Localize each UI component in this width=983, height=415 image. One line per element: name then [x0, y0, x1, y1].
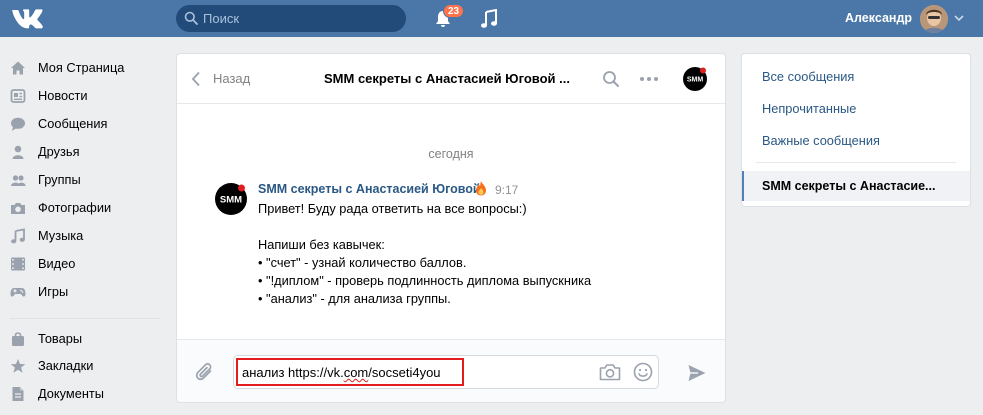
vk-logo-icon[interactable]: [10, 6, 44, 31]
star-icon: [10, 359, 26, 373]
top-bar: Поиск 23 Александр: [0, 0, 983, 37]
message-avatar[interactable]: SMM: [215, 183, 247, 215]
smm-logo-icon: SMM: [220, 195, 242, 206]
user-name[interactable]: Александр: [845, 11, 912, 25]
date-separator: сегодня: [428, 147, 474, 161]
music-note-icon[interactable]: [480, 9, 498, 29]
sidebar-item-music[interactable]: Музыка: [10, 225, 165, 247]
sidebar-item-label: Моя Страница: [38, 60, 125, 75]
messages-filter-panel: Все сообщения Непрочитанные Важные сообщ…: [741, 53, 971, 207]
more-dots-icon[interactable]: [639, 76, 659, 82]
message-line: Привет! Буду рада ответить на все вопрос…: [258, 201, 527, 216]
chevron-down-icon[interactable]: [954, 15, 964, 22]
search-icon[interactable]: [602, 70, 620, 88]
friend-icon: [12, 145, 24, 159]
sidebar-item-bookmarks[interactable]: Закладки: [10, 355, 165, 377]
user-photo-icon: [920, 5, 948, 33]
chevron-left-icon: [191, 71, 200, 87]
sidebar-item-label: Товары: [38, 331, 83, 346]
message-line: • "анализ" - для анализа группы.: [258, 291, 451, 306]
sidebar-item-label: Фотографии: [38, 200, 112, 215]
sidebar-item-label: Друзья: [38, 144, 80, 159]
message-input-prefix: анализ https://vk.: [242, 365, 344, 380]
sidebar-item-messages[interactable]: Сообщения: [10, 113, 165, 135]
filter-all-messages[interactable]: Все сообщения: [762, 69, 854, 84]
paperclip-icon[interactable]: [195, 362, 215, 384]
message-time: 9:17: [495, 183, 519, 197]
message-input-suffix: /socseti4you: [368, 365, 441, 380]
sidebar-item-documents[interactable]: Документы: [10, 383, 165, 405]
notification-badge: 23: [443, 4, 465, 18]
smm-logo-icon: SMM: [687, 77, 704, 84]
message-composer: анализ https://vk.com/socseti4you: [177, 339, 725, 402]
camera-icon: [11, 203, 25, 214]
sidebar-item-label: Видео: [38, 256, 76, 271]
sidebar-item-friends[interactable]: Друзья: [10, 141, 165, 163]
shopping-bag-icon: [12, 332, 24, 346]
sidebar-item-label: Музыка: [38, 228, 84, 243]
messages-icon: [11, 117, 25, 131]
active-chat-label: SMM секреты с Анастасие...: [762, 179, 936, 193]
active-chat-item[interactable]: SMM секреты с Анастасие...: [742, 171, 970, 201]
video-icon: [11, 257, 25, 271]
fire-emoji-icon: [476, 181, 486, 196]
gamepad-icon: [10, 288, 26, 297]
sidebar-item-label: Новости: [38, 88, 88, 103]
chat-title[interactable]: SMM секреты с Анастасией Юговой ...: [324, 71, 586, 86]
sidebar-item-news[interactable]: Новости: [10, 85, 165, 107]
sidebar-item-label: Группы: [38, 172, 81, 187]
chat-header: Назад SMM секреты с Анастасией Юговой ..…: [177, 54, 725, 104]
smile-icon[interactable]: [633, 362, 653, 382]
search-icon: [184, 11, 198, 25]
message-line: Напиши без кавычек:: [258, 237, 385, 252]
filter-unread[interactable]: Непрочитанные: [762, 101, 856, 116]
back-label: Назад: [213, 71, 251, 86]
camera-icon[interactable]: [599, 363, 621, 381]
sidebar-item-label: Документы: [38, 386, 104, 401]
message-input-spellcheck: com: [343, 365, 369, 380]
news-icon: [10, 89, 26, 103]
search-box[interactable]: Поиск: [176, 5, 406, 32]
message-input-text[interactable]: анализ https://vk.com/socseti4you: [242, 365, 441, 380]
home-icon: [11, 61, 25, 75]
sidebar-item-label: Сообщения: [38, 116, 108, 131]
message-line: • "!диплом" - проверь подлинность диплом…: [258, 273, 592, 288]
sidebar-item-video[interactable]: Видео: [10, 253, 165, 275]
document-icon: [12, 387, 24, 401]
avatar[interactable]: [920, 5, 948, 33]
sidebar-divider: [10, 318, 160, 319]
chat-avatar[interactable]: SMM: [683, 67, 707, 91]
search-placeholder: Поиск: [203, 11, 240, 26]
sidebar-item-goods[interactable]: Товары: [10, 328, 165, 350]
groups-icon: [11, 175, 26, 186]
sidebar-item-games[interactable]: Игры: [10, 281, 165, 303]
music-note-icon: [11, 228, 25, 244]
filter-divider: [756, 162, 956, 163]
message-line: • "счет" - узнай количество баллов.: [258, 255, 467, 270]
chat-panel: Назад SMM секреты с Анастасией Юговой ..…: [176, 53, 726, 403]
sidebar-item-label: Игры: [38, 284, 69, 299]
sidebar-item-label: Закладки: [38, 358, 94, 373]
send-icon[interactable]: [687, 363, 707, 383]
sidebar-item-groups[interactable]: Группы: [10, 169, 165, 191]
filter-important[interactable]: Важные сообщения: [762, 133, 880, 148]
sidebar-item-my-page[interactable]: Моя Страница: [10, 57, 165, 79]
sidebar-item-photos[interactable]: Фотографии: [10, 197, 165, 219]
message-author[interactable]: SMM секреты с Анастасией Юговой: [258, 182, 481, 196]
